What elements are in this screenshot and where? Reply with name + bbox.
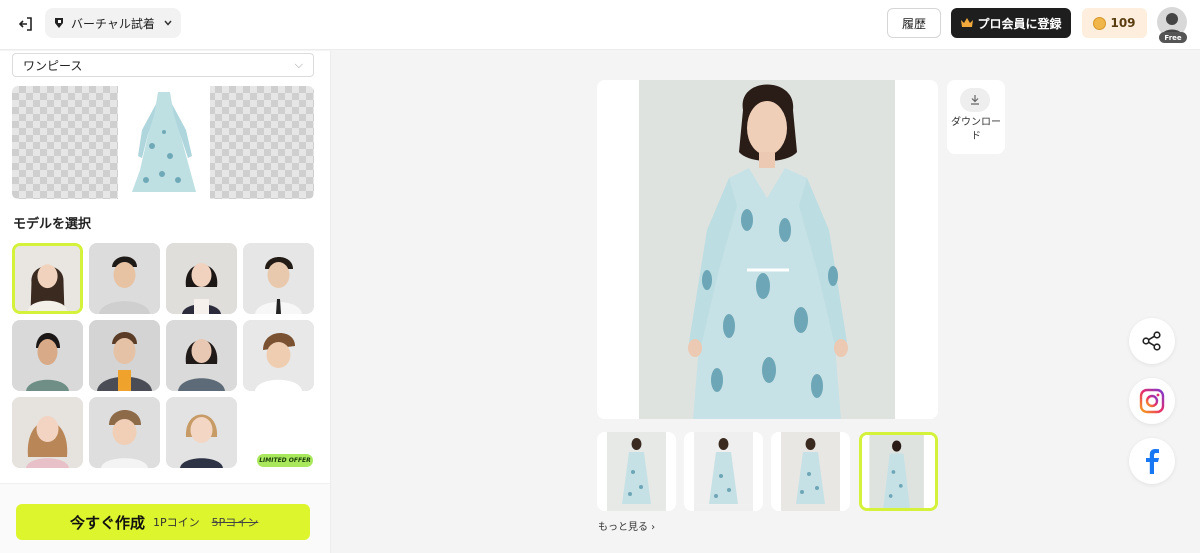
facebook-button[interactable] <box>1129 438 1175 484</box>
model-woman-3[interactable] <box>12 320 83 391</box>
category-value: ワンピース <box>23 58 83 73</box>
tool-name: バーチャル試着 <box>71 16 155 31</box>
tool-icon <box>55 18 63 28</box>
download-button[interactable]: ダウンロード <box>947 80 1005 154</box>
history-button[interactable]: 履歴 <box>887 8 941 38</box>
download-label: ダウンロード <box>951 117 1001 142</box>
result-thumbnail-4[interactable] <box>859 432 938 511</box>
pro-label: プロ会員に登録 <box>977 16 1062 31</box>
model-woman-2[interactable] <box>166 243 237 314</box>
chevron-down-icon <box>164 20 172 26</box>
generate-button[interactable]: 今すぐ作成 1Pコイン 5Pコイン <box>16 504 310 540</box>
exit-button[interactable] <box>12 11 40 37</box>
model-girl-1[interactable] <box>12 397 83 468</box>
cta-area: 今すぐ作成 1Pコイン 5Pコイン <box>0 483 330 553</box>
instagram-button[interactable] <box>1129 378 1175 424</box>
generate-label: 今すぐ作成 <box>70 513 146 532</box>
model-woman-4[interactable] <box>166 320 237 391</box>
garment-preview[interactable] <box>12 86 314 199</box>
model-man-2[interactable] <box>243 243 314 314</box>
exit-icon <box>18 17 32 31</box>
share-icon <box>1142 331 1161 351</box>
see-more-link[interactable]: もっと見る › <box>598 518 655 533</box>
model-boy-2[interactable] <box>89 397 160 468</box>
pro-signup-button[interactable]: プロ会員に登録 <box>951 8 1071 38</box>
result-thumbnail-2[interactable] <box>684 432 763 511</box>
model-girl-2[interactable] <box>166 397 237 468</box>
model-man-1[interactable] <box>89 243 160 314</box>
coin-icon <box>1093 16 1107 30</box>
model-boy-1[interactable] <box>243 320 314 391</box>
garment-image <box>118 86 210 199</box>
share-button[interactable] <box>1129 318 1175 364</box>
generate-cost: 1Pコイン <box>153 516 200 529</box>
limited-offer-badge: LIMITED OFFER <box>257 454 313 467</box>
generate-old-cost: 5Pコイン <box>211 516 259 529</box>
coin-count: 109 <box>1110 16 1136 30</box>
result-thumbnail-3[interactable] <box>771 432 850 511</box>
download-icon <box>960 88 990 112</box>
result-image[interactable] <box>597 80 938 419</box>
plan-badge: Free <box>1159 32 1187 43</box>
model-section-title: モデルを選択 <box>13 217 92 232</box>
result-thumbnail-1[interactable] <box>597 432 676 511</box>
facebook-icon <box>1146 449 1159 474</box>
coin-balance[interactable]: 109 <box>1082 8 1147 38</box>
crown-icon <box>961 18 974 27</box>
instagram-icon <box>1139 388 1165 414</box>
model-woman-1[interactable] <box>12 243 83 314</box>
tool-selector[interactable]: バーチャル試着 <box>45 8 181 38</box>
chevron-down-icon: ⌵ <box>294 58 303 71</box>
model-man-3[interactable] <box>89 320 160 391</box>
category-dropdown[interactable]: ワンピース ⌵ <box>12 53 314 77</box>
top-bar: バーチャル試着 履歴 プロ会員に登録 109 Free <box>0 0 1200 50</box>
settings-panel: ワンピース ⌵ モデルを選択 今すぐ作成 1Pコイン 5Pコイン <box>0 51 331 553</box>
